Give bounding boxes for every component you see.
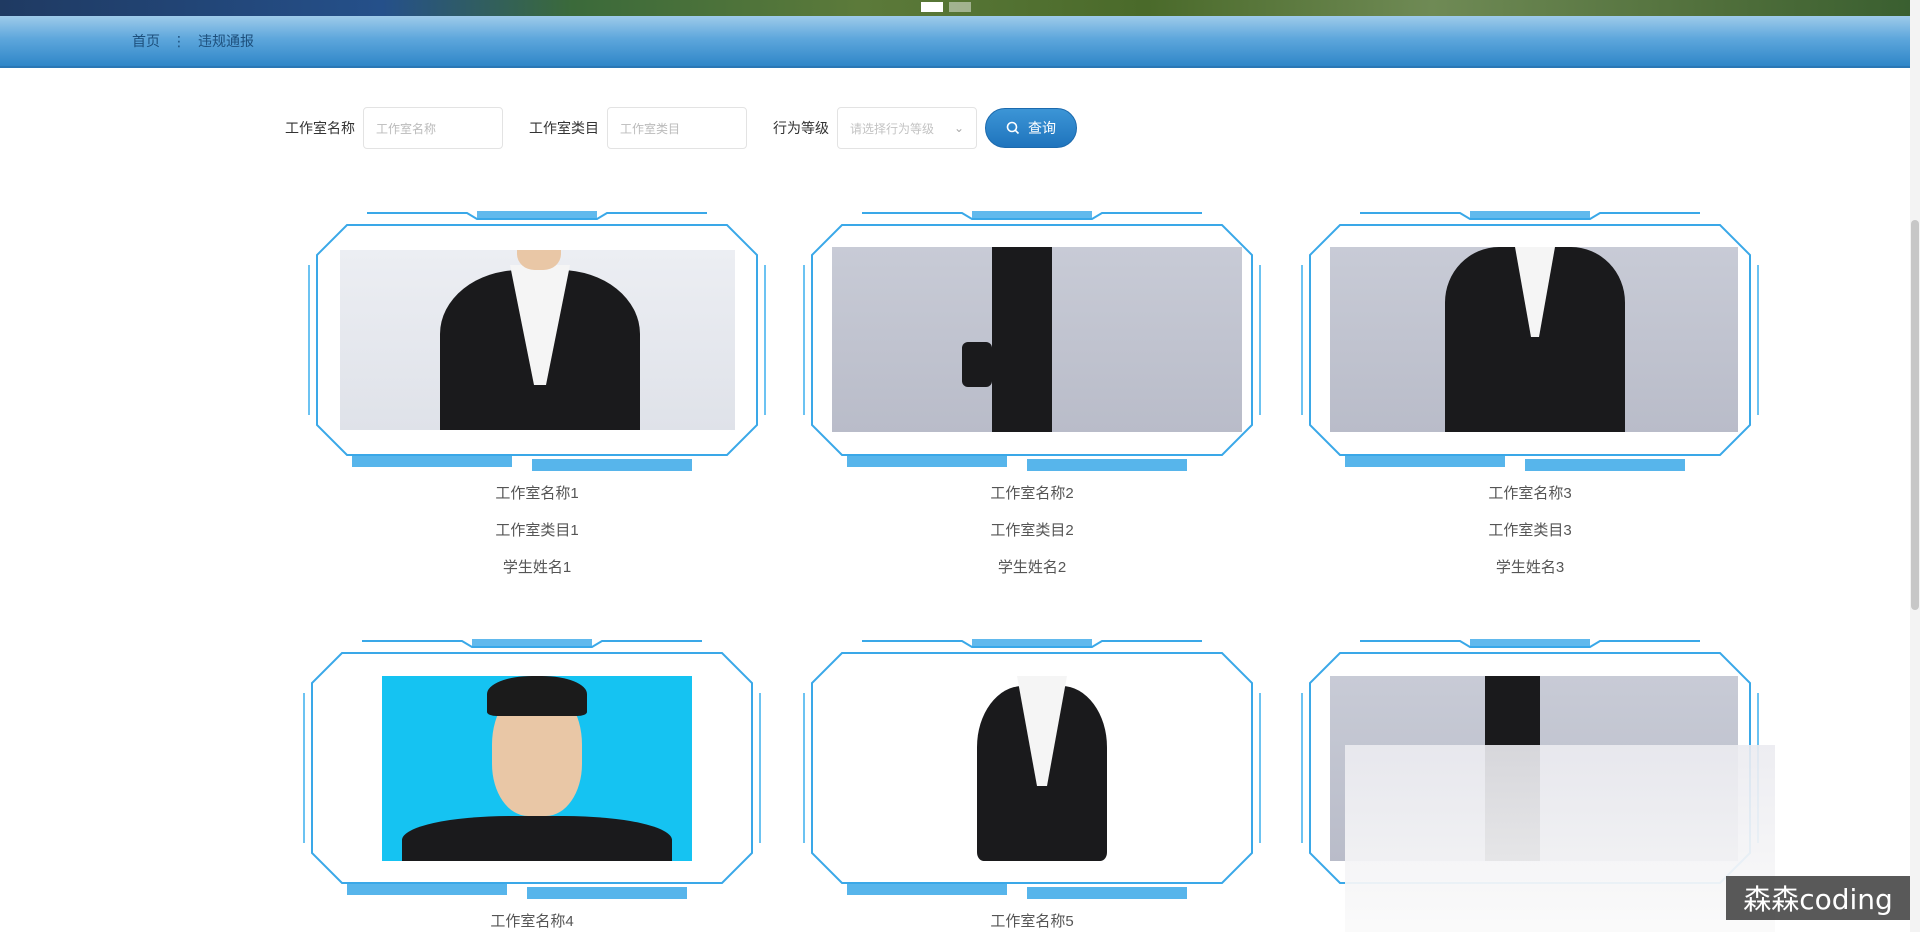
behavior-level-placeholder: 请选择行为等级 (850, 120, 934, 137)
banner-dot-1[interactable] (921, 2, 943, 12)
studio-category-input[interactable]: 工作室类目 (607, 107, 747, 149)
behavior-level-select[interactable]: 请选择行为等级 ⌄ (837, 107, 977, 149)
banner-pagination (921, 2, 971, 12)
card-info: 工作室名称4 (302, 903, 762, 940)
card-info: 工作室名称5 (802, 903, 1262, 940)
search-button[interactable]: 查询 (985, 108, 1077, 148)
card-frame (802, 205, 1262, 475)
student-name: 学生姓名1 (307, 549, 767, 586)
behavior-level-label: 行为等级 (773, 118, 829, 138)
card-info: 工作室名称2 工作室类目2 学生姓名2 (802, 475, 1262, 586)
studio-name: 工作室名称5 (802, 903, 1262, 940)
studio-card[interactable]: 工作室名称2 工作室类目2 学生姓名2 (802, 205, 1262, 586)
blurred-region (1345, 745, 1775, 932)
chevron-down-icon: ⌄ (954, 121, 964, 135)
studio-category: 工作室类目2 (802, 512, 1262, 549)
studio-category-label: 工作室类目 (529, 118, 599, 138)
studio-photo (340, 250, 735, 430)
studio-category: 工作室类目1 (307, 512, 767, 549)
search-form: 工作室名称 工作室名称 工作室类目 工作室类目 行为等级 请选择行为等级 ⌄ 查… (285, 107, 1077, 149)
scrollbar-thumb[interactable] (1911, 220, 1919, 610)
card-info: 工作室名称1 工作室类目1 学生姓名1 (307, 475, 767, 586)
studio-name: 工作室名称3 (1300, 475, 1760, 512)
studio-name: 工作室名称1 (307, 475, 767, 512)
breadcrumb-home-link[interactable]: 首页 (132, 31, 160, 51)
card-frame (302, 633, 762, 903)
studio-card[interactable]: 工作室名称1 工作室类目1 学生姓名1 (307, 205, 767, 586)
watermark: 森森coding (1726, 876, 1910, 920)
studio-photo (832, 247, 1242, 432)
student-name: 学生姓名2 (802, 549, 1262, 586)
page-scrollbar[interactable] (1910, 0, 1920, 932)
card-frame (802, 633, 1262, 903)
breadcrumb-current: 违规通报 (198, 31, 254, 51)
card-frame (1300, 205, 1760, 475)
studio-name-input[interactable]: 工作室名称 (363, 107, 503, 149)
card-frame (307, 205, 767, 475)
studio-name: 工作室名称2 (802, 475, 1262, 512)
studio-card[interactable]: 工作室名称4 (302, 633, 762, 940)
studio-photo (382, 676, 692, 861)
studio-card[interactable]: 工作室名称3 工作室类目3 学生姓名3 (1300, 205, 1760, 586)
studio-name-label: 工作室名称 (285, 118, 355, 138)
breadcrumb: 首页 ⋮ 违规通报 (0, 16, 1910, 68)
search-icon (1006, 121, 1020, 135)
student-name: 学生姓名3 (1300, 549, 1760, 586)
card-info: 工作室名称3 工作室类目3 学生姓名3 (1300, 475, 1760, 586)
banner-dot-2[interactable] (949, 2, 971, 12)
studio-name: 工作室名称4 (302, 903, 762, 940)
search-button-label: 查询 (1028, 118, 1056, 138)
top-banner (0, 0, 1910, 16)
studio-photo (832, 676, 1242, 861)
studio-card[interactable]: 工作室名称5 (802, 633, 1262, 940)
breadcrumb-separator: ⋮ (172, 33, 186, 50)
studio-photo (1330, 247, 1738, 432)
studio-category: 工作室类目3 (1300, 512, 1760, 549)
